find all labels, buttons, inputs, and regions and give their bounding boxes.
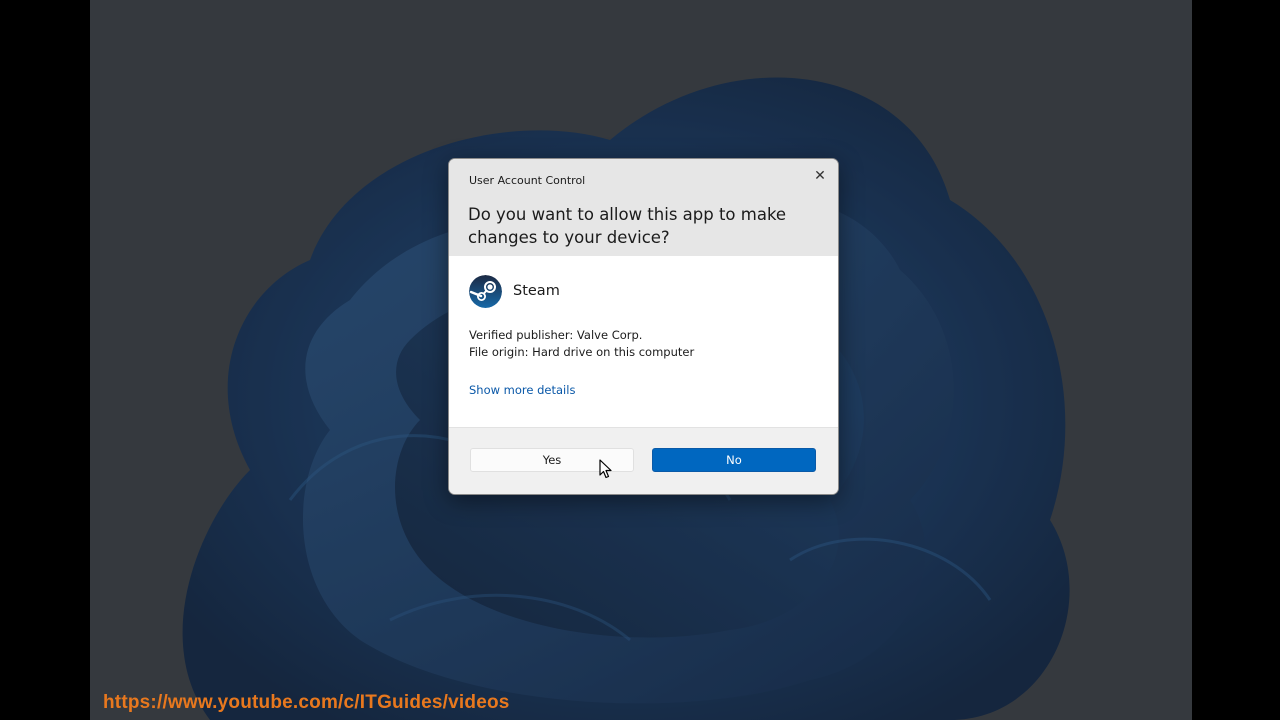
no-button[interactable]: No [652,448,816,472]
app-row: Steam [469,274,560,308]
close-icon: ✕ [814,168,826,184]
app-details: Verified publisher: Valve Corp. File ori… [469,327,694,361]
letterbox-right [1192,0,1280,720]
uac-header: User Account Control ✕ Do you want to al… [449,159,838,256]
mouse-cursor-icon [599,459,612,479]
uac-footer: Yes No [449,427,838,494]
dialog-question: Do you want to allow this app to make ch… [468,205,787,247]
dialog-title: User Account Control [469,174,586,187]
publisher-text: Verified publisher: Valve Corp. [469,328,643,342]
show-more-details-link[interactable]: Show more details [469,383,575,397]
origin-text: File origin: Hard drive on this computer [469,345,695,359]
close-button[interactable]: ✕ [806,163,834,189]
watermark-url: https://www.youtube.com/c/ITGuides/video… [103,692,510,713]
uac-dialog: User Account Control ✕ Do you want to al… [448,158,839,495]
letterbox-left [0,0,90,720]
app-name: Steam [513,283,560,299]
steam-logo-icon [469,274,502,308]
